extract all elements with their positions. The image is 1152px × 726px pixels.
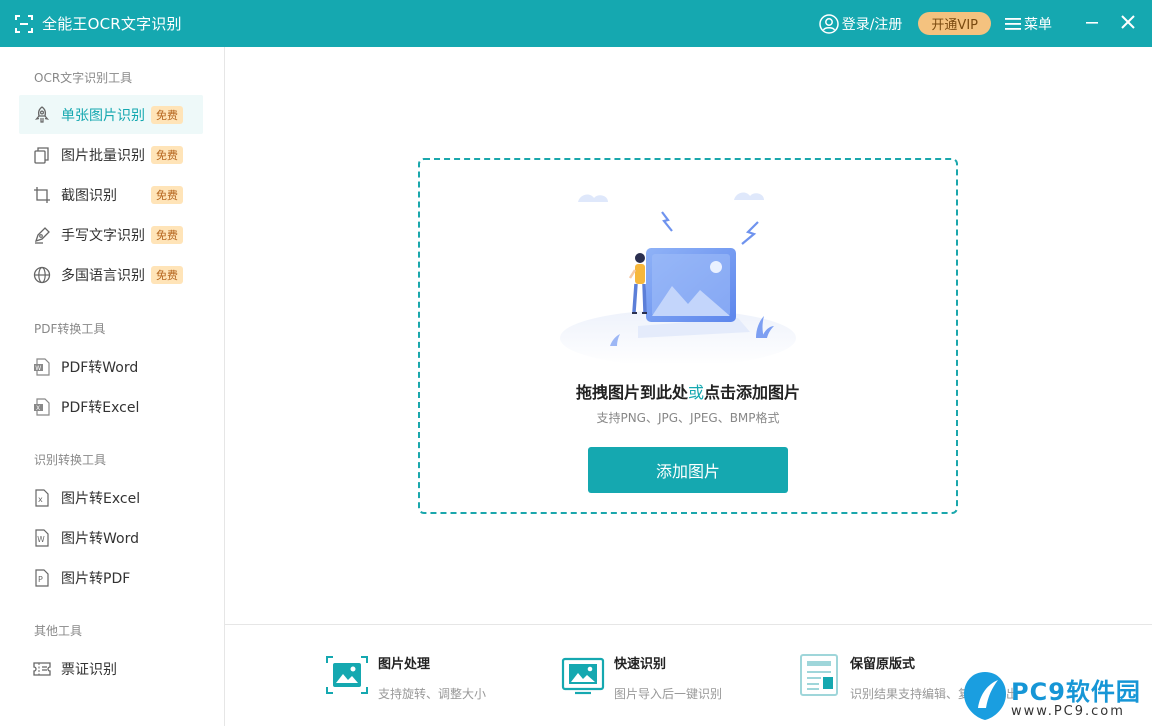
sidebar-item-label: PDF转Word	[61, 359, 139, 376]
watermark-logo-icon	[962, 670, 1008, 726]
sidebar-item-single-image[interactable]: 单张图片识别 免费	[19, 95, 203, 134]
close-button[interactable]	[1110, 0, 1146, 47]
drop-zone-title-or: 或	[687, 383, 704, 402]
sidebar-item-label: 图片转Word	[61, 530, 139, 547]
sidebar-item-multilang[interactable]: 多国语言识别 免费	[19, 255, 203, 294]
hamburger-icon	[1005, 17, 1021, 31]
feature-desc: 支持旋转、调整大小	[378, 687, 487, 701]
upload-illustration-icon	[558, 178, 818, 366]
sidebar-item-label: 票证识别	[61, 661, 117, 678]
sidebar-item-label: 图片批量识别	[61, 147, 145, 164]
watermark: PC9软件园 www.PC9.com	[958, 668, 1148, 724]
main-panel: 拖拽图片到此处或点击添加图片 支持PNG、JPG、JPEG、BMP格式 添加图片	[225, 47, 1152, 624]
login-button[interactable]: 登录/注册	[818, 13, 903, 34]
sidebar-item-label: 截图识别	[61, 187, 117, 204]
vip-button[interactable]: 开通VIP	[918, 12, 991, 35]
sidebar-item-pdf-excel[interactable]: X PDF转Excel	[19, 387, 203, 426]
svg-text:W: W	[35, 364, 41, 371]
ticket-icon	[33, 660, 51, 678]
minimize-button[interactable]	[1074, 0, 1110, 47]
watermark-brand: PC9软件园	[1011, 678, 1141, 706]
crop-icon	[33, 186, 51, 204]
pdf-file-icon: P	[33, 568, 51, 587]
svg-text:x: x	[38, 495, 43, 504]
monitor-image-icon	[561, 653, 605, 697]
word-doc-icon: W	[33, 357, 51, 376]
sidebar-item-pdf-word[interactable]: W PDF转Word	[19, 347, 203, 386]
drop-zone-title-drag: 拖拽图片到此处	[575, 383, 688, 402]
drop-zone[interactable]: 拖拽图片到此处或点击添加图片 支持PNG、JPG、JPEG、BMP格式 添加图片	[418, 158, 958, 514]
user-icon	[818, 13, 839, 34]
svg-text:P: P	[38, 575, 43, 584]
copy-icon	[33, 146, 51, 164]
app-logo-icon	[14, 14, 34, 34]
group-title-other: 其他工具	[34, 624, 83, 638]
sidebar-item-img-word[interactable]: W 图片转Word	[19, 518, 203, 557]
rocket-icon	[33, 105, 51, 124]
sidebar-item-img-excel[interactable]: x 图片转Excel	[19, 478, 203, 517]
feature-image-processing: 图片处理 支持旋转、调整大小	[325, 625, 515, 726]
menu-label: 菜单	[1024, 16, 1052, 33]
sidebar-item-label: 手写文字识别	[61, 227, 145, 244]
sidebar: OCR文字识别工具 单张图片识别 免费 图片批量识别 免费 截图识别 免费 手写…	[0, 47, 225, 726]
free-badge: 免费	[151, 225, 183, 244]
group-title-pdf: PDF转换工具	[34, 322, 106, 336]
group-title-ocr: OCR文字识别工具	[34, 71, 133, 85]
free-badge: 免费	[151, 105, 183, 124]
feature-title: 快速识别	[614, 657, 667, 672]
sidebar-item-label: PDF转Excel	[61, 399, 140, 416]
feature-title: 保留原版式	[850, 657, 916, 672]
globe-icon	[33, 266, 51, 284]
free-badge: 免费	[151, 265, 183, 284]
svg-text:X: X	[36, 404, 40, 411]
sidebar-item-label: 图片转PDF	[61, 570, 131, 587]
sidebar-item-label: 多国语言识别	[61, 267, 145, 284]
layout-icon	[797, 653, 841, 697]
sidebar-item-ticket[interactable]: 票证识别	[19, 649, 203, 688]
free-badge: 免费	[151, 185, 183, 204]
free-badge: 免费	[151, 145, 183, 164]
minimize-icon	[1085, 14, 1099, 33]
close-icon	[1120, 14, 1136, 34]
excel-file-icon: x	[33, 488, 51, 507]
sidebar-item-img-pdf[interactable]: P 图片转PDF	[19, 558, 203, 597]
add-image-button[interactable]: 添加图片	[588, 447, 788, 493]
menu-button[interactable]: 菜单	[1005, 14, 1052, 34]
sidebar-item-batch[interactable]: 图片批量识别 免费	[19, 135, 203, 174]
group-title-convert: 识别转换工具	[34, 453, 107, 467]
excel-doc-icon: X	[33, 397, 51, 416]
feature-desc: 图片导入后一键识别	[614, 687, 723, 701]
drop-zone-title-click: 点击添加图片	[704, 383, 801, 402]
feature-title: 图片处理	[378, 657, 431, 672]
app-title: 全能王OCR文字识别	[42, 15, 182, 33]
pen-icon	[33, 226, 51, 244]
sidebar-item-label: 图片转Excel	[61, 490, 141, 507]
sidebar-item-label: 单张图片识别	[61, 107, 145, 124]
sidebar-item-handwriting[interactable]: 手写文字识别 免费	[19, 215, 203, 254]
feature-quick-recognition: 快速识别 图片导入后一键识别	[561, 625, 751, 726]
drop-zone-title: 拖拽图片到此处或点击添加图片	[420, 379, 956, 403]
word-file-icon: W	[33, 528, 51, 547]
sidebar-item-screenshot[interactable]: 截图识别 免费	[19, 175, 203, 214]
drop-zone-subtitle: 支持PNG、JPG、JPEG、BMP格式	[596, 411, 780, 425]
image-edit-icon	[325, 653, 369, 697]
title-bar: 全能王OCR文字识别 登录/注册 开通VIP 菜单	[0, 0, 1152, 47]
login-label: 登录/注册	[841, 16, 903, 33]
svg-text:W: W	[37, 535, 45, 544]
watermark-url: www.PC9.com	[1011, 704, 1125, 719]
